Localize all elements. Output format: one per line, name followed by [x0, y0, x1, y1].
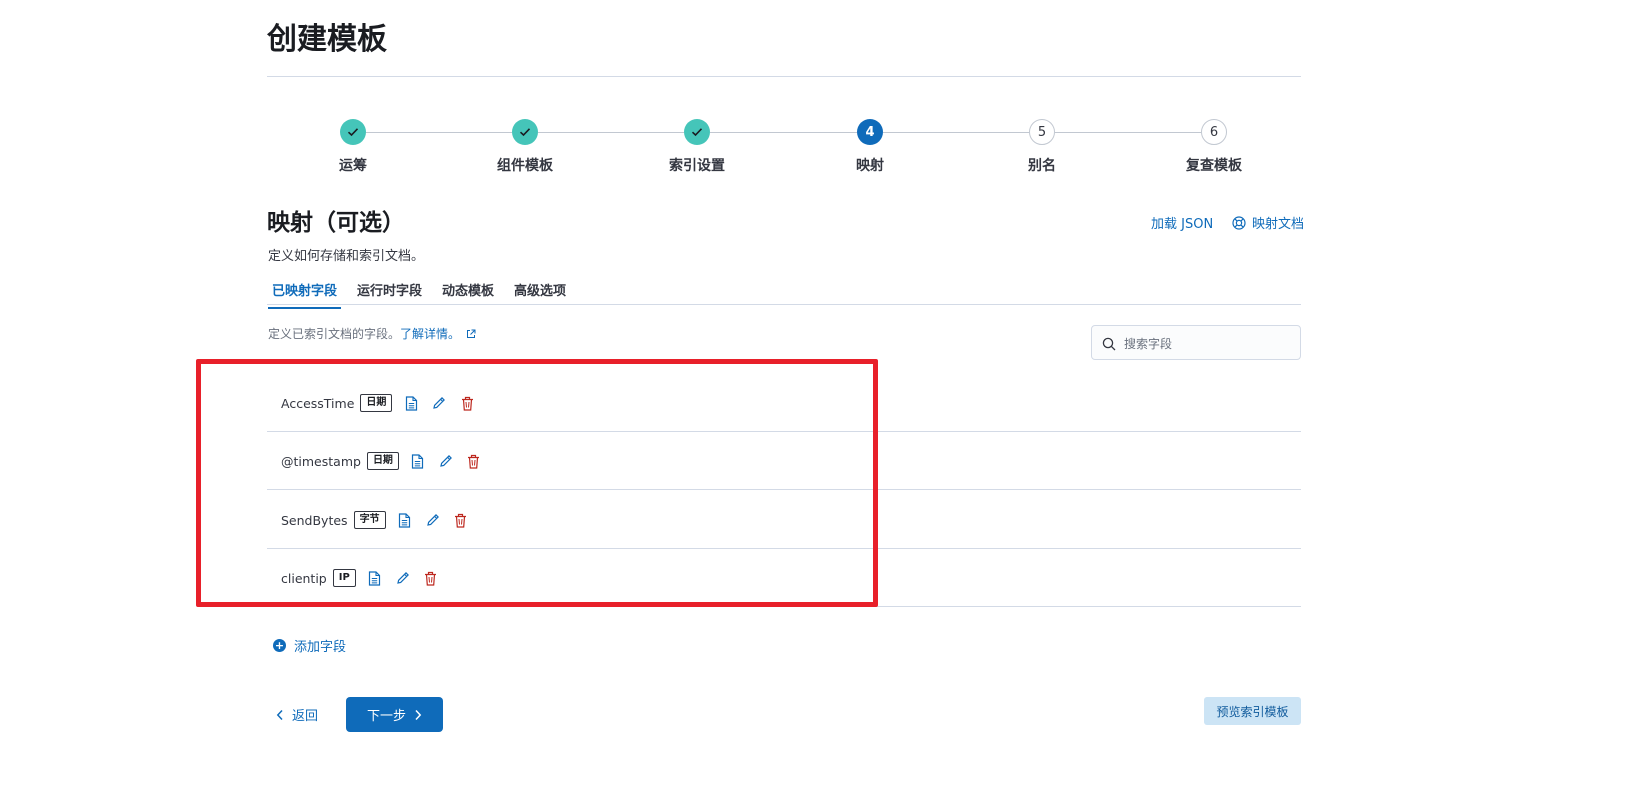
section-description: 定义如何存储和索引文档。	[268, 249, 425, 264]
step-6-number[interactable]: 6	[1201, 119, 1227, 145]
external-link-icon[interactable]	[466, 328, 476, 342]
fields-description: 定义已索引文档的字段。了解详情。	[268, 325, 476, 342]
learn-more-link[interactable]: 了解详情。	[400, 327, 460, 341]
step-6-label[interactable]: 复查模板	[1144, 155, 1284, 175]
step-2-label[interactable]: 组件模板	[455, 155, 595, 175]
step-5-label[interactable]: 别名	[972, 155, 1112, 175]
step-connector	[1055, 132, 1201, 133]
step-connector	[538, 132, 684, 133]
title-divider	[267, 76, 1301, 77]
plus-circle-icon: +	[273, 639, 286, 652]
mapping-docs-link[interactable]: 映射文档	[1232, 213, 1304, 232]
page-title: 创建模板	[267, 22, 387, 57]
highlight-annotation-box	[196, 359, 878, 607]
section-title: 映射（可选）	[267, 210, 405, 236]
back-button[interactable]: 返回	[276, 705, 318, 724]
tabs-divider	[267, 304, 1301, 305]
step-1-check-icon[interactable]	[340, 119, 366, 145]
fields-description-text: 定义已索引文档的字段。	[268, 327, 401, 341]
chevron-right-icon	[414, 709, 422, 721]
next-button[interactable]: 下一步	[346, 697, 443, 732]
field-search[interactable]	[1091, 325, 1301, 361]
preview-template-button[interactable]: 预览索引模板	[1204, 697, 1301, 725]
help-lifebuoy-icon	[1232, 215, 1246, 230]
load-json-link[interactable]: 加载 JSON	[1151, 213, 1213, 232]
step-3-label[interactable]: 索引设置	[627, 155, 767, 175]
search-icon	[1102, 336, 1116, 355]
add-field-label: 添加字段	[294, 640, 347, 655]
step-4-number[interactable]: 4	[857, 119, 883, 145]
back-label: 返回	[292, 709, 319, 724]
step-5-number[interactable]: 5	[1029, 119, 1055, 145]
mapping-docs-label: 映射文档	[1252, 217, 1305, 232]
step-4-label: 映射	[856, 158, 884, 174]
step-connector	[710, 132, 857, 133]
step-connector	[883, 132, 1029, 133]
next-label: 下一步	[366, 709, 406, 724]
chevron-left-icon	[276, 709, 284, 721]
add-field-button[interactable]: + 添加字段	[273, 636, 346, 655]
search-input[interactable]	[1122, 326, 1296, 361]
step-3-check-icon[interactable]	[684, 119, 710, 145]
step-connector	[366, 132, 512, 133]
step-1-label[interactable]: 运筹	[283, 155, 423, 175]
step-2-check-icon[interactable]	[512, 119, 538, 145]
